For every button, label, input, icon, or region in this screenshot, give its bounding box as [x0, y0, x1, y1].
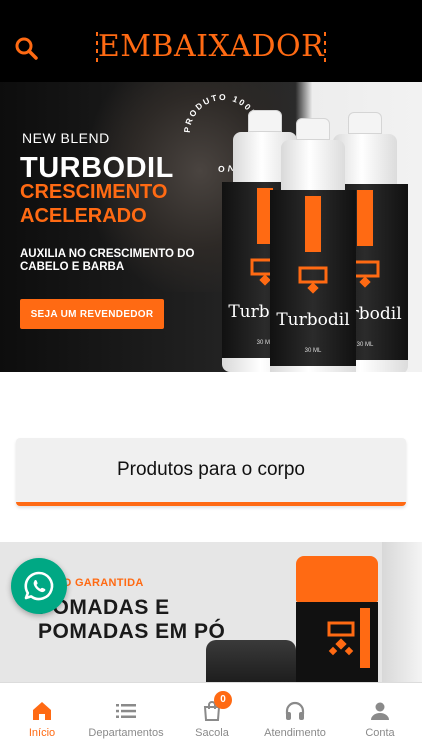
headset-icon — [285, 701, 305, 720]
tab-departamentos[interactable]: Departamentos — [86, 683, 166, 739]
app-header: EMBAIXADOR — [0, 0, 422, 82]
bag-count-badge: 0 — [214, 691, 232, 709]
brand-logo: EMBAIXADOR — [96, 30, 326, 64]
user-icon — [371, 702, 389, 720]
reseller-button[interactable]: SEJA UM REVENDEDOR — [20, 299, 164, 329]
hero-subtitle: CRESCIMENTO ACELERADO — [20, 181, 168, 227]
brand-emblem-icon — [298, 266, 328, 294]
tab-label: Departamentos — [88, 727, 164, 739]
bag-icon-wrapper: 0 — [200, 691, 232, 723]
list-icon — [116, 704, 136, 718]
tab-label: Sacola — [195, 727, 229, 739]
hero-banner[interactable]: NEW BLEND TURBODIL CRESCIMENTO ACELERADO… — [0, 82, 422, 372]
tab-atendimento[interactable]: Atendimento — [262, 683, 328, 739]
logo-ornament-right — [324, 32, 326, 62]
bottle-label: Turbodil — [276, 310, 350, 330]
whatsapp-icon — [24, 571, 54, 601]
search-icon — [15, 37, 38, 60]
tab-inicio[interactable]: Início — [20, 683, 64, 739]
tab-label: Início — [28, 727, 56, 739]
search-button[interactable] — [14, 36, 40, 62]
pomades-banner-title: POMADAS E POMADAS EM PÓ — [38, 596, 226, 643]
whatsapp-button[interactable] — [11, 558, 67, 614]
orange-pomade-jar — [296, 556, 378, 682]
bottom-tab-bar: Início Departamentos 0 Sacola Atendiment… — [0, 682, 422, 750]
tab-conta[interactable]: Conta — [360, 683, 400, 739]
category-card-body-products[interactable]: Produtos para o corpo — [16, 438, 406, 506]
product-bottle-front: Turbodil 30 ML — [270, 118, 356, 372]
brand-name: EMBAIXADOR — [97, 29, 325, 64]
tab-sacola[interactable]: 0 Sacola — [190, 683, 234, 739]
category-card-label: Produtos para o corpo — [116, 459, 305, 480]
black-pomade-jar — [206, 640, 296, 682]
hero-eyebrow: NEW BLEND — [22, 130, 110, 146]
banner-edge-shade — [382, 542, 422, 682]
brand-emblem-icon — [327, 621, 355, 656]
pomades-banner[interactable]: AÇÃO GARANTIDA POMADAS E POMADAS EM PÓ — [0, 542, 422, 682]
bottle-volume: 30 ML — [304, 348, 322, 354]
tab-label: Atendimento — [264, 727, 326, 739]
tab-label: Conta — [365, 727, 395, 739]
home-icon — [33, 702, 51, 720]
hero-description: AUXILIA NO CRESCIMENTO DO CABELO E BARBA — [20, 248, 195, 273]
